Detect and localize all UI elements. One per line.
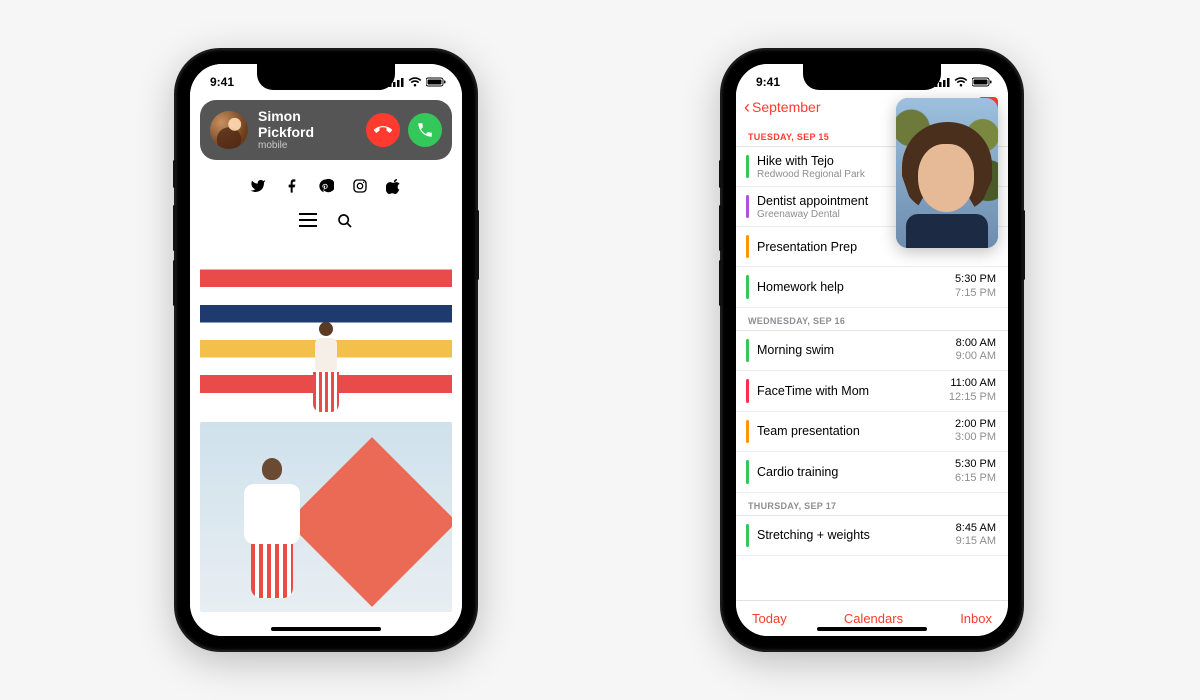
status-time: 9:41 bbox=[756, 75, 780, 89]
caller-source: mobile bbox=[258, 140, 358, 152]
accept-call-button[interactable] bbox=[408, 113, 442, 147]
incoming-call-banner[interactable]: Simon Pickford mobile bbox=[200, 100, 452, 160]
caller-avatar bbox=[210, 111, 248, 149]
home-indicator[interactable] bbox=[817, 627, 927, 631]
social-icon-row bbox=[190, 178, 462, 199]
hero-image-diamond bbox=[200, 422, 452, 612]
event-start-time: 8:00 AM bbox=[956, 337, 996, 351]
notch bbox=[803, 64, 941, 90]
section-header: WEDNESDAY, SEP 16 bbox=[736, 308, 1008, 331]
calendars-button[interactable]: Calendars bbox=[844, 611, 903, 626]
event-text: Morning swim bbox=[757, 343, 956, 357]
calendar-event[interactable]: Stretching + weights8:45 AM9:15 AM bbox=[736, 516, 1008, 557]
event-times: 5:30 PM6:15 PM bbox=[955, 458, 996, 486]
event-title: Team presentation bbox=[757, 424, 955, 438]
calendar-event[interactable]: FaceTime with Mom11:00 AM12:15 PM bbox=[736, 371, 1008, 412]
phone-left-screen: 9:41 bbox=[190, 64, 462, 636]
event-color-bar bbox=[746, 420, 749, 444]
facetime-pip[interactable] bbox=[896, 98, 998, 248]
battery-icon bbox=[972, 77, 992, 87]
calendar-event[interactable]: Morning swim8:00 AM9:00 AM bbox=[736, 331, 1008, 372]
event-times: 5:30 PM7:15 PM bbox=[955, 273, 996, 301]
home-indicator[interactable] bbox=[271, 627, 381, 631]
wifi-icon bbox=[408, 77, 422, 87]
status-indicators bbox=[935, 77, 992, 87]
status-time: 9:41 bbox=[210, 75, 234, 89]
power-button bbox=[1022, 210, 1025, 280]
event-start-time: 2:00 PM bbox=[955, 418, 996, 432]
event-color-bar bbox=[746, 195, 749, 218]
event-end-time: 12:15 PM bbox=[949, 391, 996, 405]
instagram-icon[interactable] bbox=[352, 178, 368, 199]
phone-right: 9:41 ‹ September TUESDAY, SEP 15Hike wit… bbox=[722, 50, 1022, 650]
event-end-time: 7:15 PM bbox=[955, 287, 996, 301]
event-times: 11:00 AM12:15 PM bbox=[949, 377, 996, 405]
event-end-time: 6:15 PM bbox=[955, 472, 996, 486]
status-indicators bbox=[389, 77, 446, 87]
event-start-time: 5:30 PM bbox=[955, 458, 996, 472]
hero-figure bbox=[311, 322, 341, 412]
event-color-bar bbox=[746, 460, 749, 484]
event-title: Stretching + weights bbox=[757, 528, 956, 542]
event-start-time: 11:00 AM bbox=[949, 377, 996, 391]
battery-icon bbox=[426, 77, 446, 87]
back-month-label[interactable]: September bbox=[752, 99, 820, 115]
event-times: 2:00 PM3:00 PM bbox=[955, 418, 996, 446]
caller-name: Simon Pickford bbox=[258, 108, 358, 140]
event-color-bar bbox=[746, 379, 749, 403]
volume-up bbox=[173, 205, 176, 251]
event-title: Morning swim bbox=[757, 343, 956, 357]
volume-down bbox=[173, 260, 176, 306]
today-button[interactable]: Today bbox=[752, 611, 787, 626]
chevron-left-icon[interactable]: ‹ bbox=[744, 97, 750, 118]
event-color-bar bbox=[746, 235, 749, 258]
calendar-event[interactable]: Team presentation2:00 PM3:00 PM bbox=[736, 412, 1008, 453]
toolbar-row bbox=[190, 213, 462, 234]
facebook-icon[interactable] bbox=[284, 178, 300, 199]
twitter-icon[interactable] bbox=[250, 178, 266, 199]
phone-left: 9:41 bbox=[176, 50, 476, 650]
event-times: 8:45 AM9:15 AM bbox=[956, 522, 996, 550]
event-text: Stretching + weights bbox=[757, 528, 956, 542]
caller-info: Simon Pickford mobile bbox=[258, 108, 358, 152]
event-text: Homework help bbox=[757, 280, 955, 294]
event-start-time: 8:45 AM bbox=[956, 522, 996, 536]
event-title: Cardio training bbox=[757, 465, 955, 479]
phone-right-screen: 9:41 ‹ September TUESDAY, SEP 15Hike wit… bbox=[736, 64, 1008, 636]
mute-switch bbox=[719, 160, 722, 188]
section-header: THURSDAY, SEP 17 bbox=[736, 493, 1008, 516]
inbox-button[interactable]: Inbox bbox=[960, 611, 992, 626]
calendar-event[interactable]: Homework help5:30 PM7:15 PM bbox=[736, 267, 1008, 308]
wifi-icon bbox=[954, 77, 968, 87]
event-times: 8:00 AM9:00 AM bbox=[956, 337, 996, 365]
notch bbox=[257, 64, 395, 90]
hamburger-icon[interactable] bbox=[299, 213, 317, 234]
calendar-event[interactable]: Cardio training5:30 PM6:15 PM bbox=[736, 452, 1008, 493]
decline-call-button[interactable] bbox=[366, 113, 400, 147]
hero-figure-2 bbox=[242, 458, 302, 598]
event-text: FaceTime with Mom bbox=[757, 384, 949, 398]
event-title: FaceTime with Mom bbox=[757, 384, 949, 398]
volume-down bbox=[719, 260, 722, 306]
pinterest-icon[interactable] bbox=[318, 178, 334, 199]
event-color-bar bbox=[746, 524, 749, 548]
event-text: Team presentation bbox=[757, 424, 955, 438]
event-start-time: 5:30 PM bbox=[955, 273, 996, 287]
event-title: Homework help bbox=[757, 280, 955, 294]
event-color-bar bbox=[746, 275, 749, 299]
event-text: Cardio training bbox=[757, 465, 955, 479]
power-button bbox=[476, 210, 479, 280]
apple-icon[interactable] bbox=[386, 178, 402, 199]
mute-switch bbox=[173, 160, 176, 188]
hero-image-stripes bbox=[200, 252, 452, 412]
event-end-time: 9:00 AM bbox=[956, 350, 996, 364]
event-end-time: 3:00 PM bbox=[955, 431, 996, 445]
search-icon[interactable] bbox=[337, 213, 353, 234]
volume-up bbox=[719, 205, 722, 251]
event-color-bar bbox=[746, 339, 749, 363]
event-end-time: 9:15 AM bbox=[956, 535, 996, 549]
event-color-bar bbox=[746, 155, 749, 178]
